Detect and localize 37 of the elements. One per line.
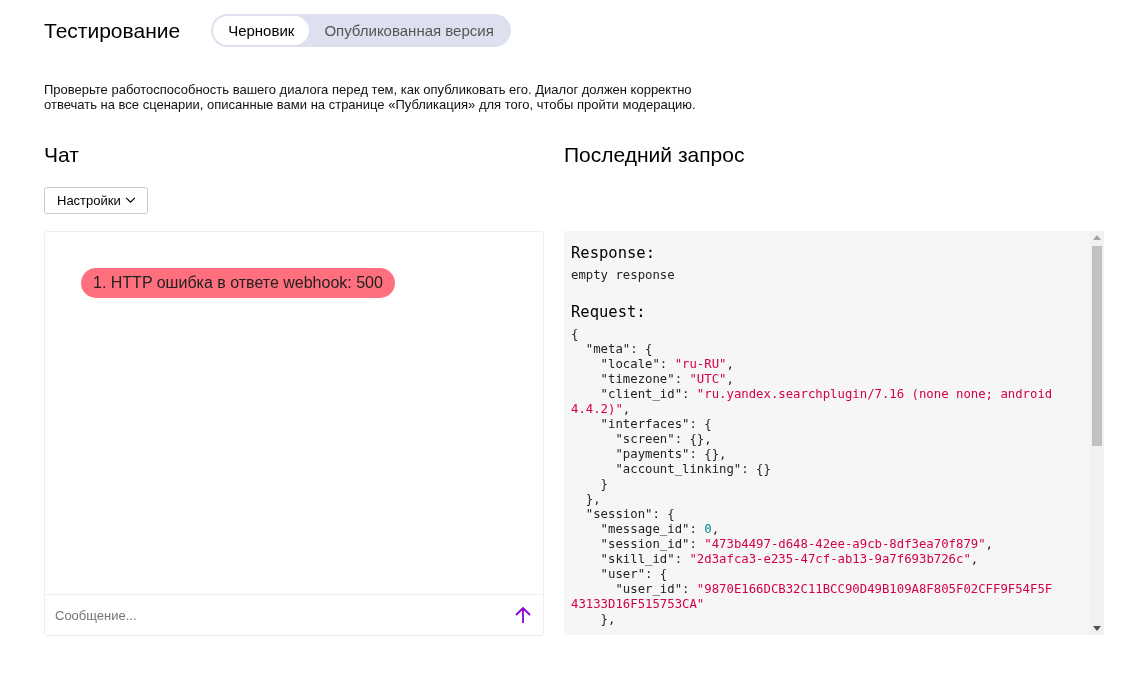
code-line: "interfaces": { (599, 417, 713, 432)
code-line: "session": { (584, 507, 676, 522)
scrollbar-thumb[interactable] (1092, 246, 1102, 446)
response-label: Response: (571, 244, 656, 262)
response-text: empty response (571, 268, 676, 282)
code-line: }, (599, 612, 617, 627)
scrollbar[interactable] (1090, 231, 1104, 635)
chat-heading: Чат (44, 143, 80, 168)
version-tab[interactable]: Черновик (213, 16, 310, 45)
code-line: "session_id": "473b4497-d648-42ee-a9cb-8df3ea70f879", (599, 537, 994, 552)
version-tab[interactable]: Опубликованная версия (309, 16, 509, 45)
code-line: "locale": "ru-RU", (599, 357, 735, 372)
description-text: Проверьте работоспособность вашего диалога перед тем, как опубликовать его. Диалог должен корректно отвечать на все сценарии, описанные вами на странице «Публикация» для того, чтобы пройти модерацию. (44, 82, 697, 112)
request-label: Request: (571, 303, 647, 321)
error-message: 1. HTTP ошибка в ответе webhook: 500 (81, 268, 395, 298)
code-line: "meta": { (584, 342, 654, 357)
code-line: "skill_id": "2d3afca3-e235-47cf-ab13-9a7f693b726c", (599, 552, 980, 567)
code-line: "screen": {}, (614, 432, 713, 447)
code-line: "account_linking": {} (614, 462, 772, 477)
chevron-down-icon (124, 197, 136, 204)
code-line: } (599, 477, 610, 492)
last-request-heading: Последний запрос (564, 143, 746, 168)
code-line: "client_id": "ru.yandex.searchplugin/7.16 (none none; android (599, 387, 1054, 402)
code-line: 43133D16F515753CA" (571, 597, 706, 612)
code-line: "payments": {}, (614, 447, 728, 462)
code-line: "user": { (599, 567, 669, 582)
scroll-down-icon[interactable] (1093, 626, 1101, 631)
code-line: "message_id": 0, (599, 522, 721, 537)
send-arrow-icon[interactable] (513, 605, 533, 625)
code-line: }, (584, 492, 602, 507)
settings-button[interactable]: Настройки (44, 187, 148, 214)
page-title: Тестирование (44, 18, 181, 43)
scroll-up-icon[interactable] (1093, 235, 1101, 240)
code-line: { (571, 327, 580, 342)
code-line: "user_id": "9870E166DCB32C11BCC90D49B109A8F805F02CFF9F54F5F (614, 582, 1054, 597)
code-line: 4.4.2)", (571, 402, 632, 417)
code-line: "timezone": "UTC", (599, 372, 735, 387)
